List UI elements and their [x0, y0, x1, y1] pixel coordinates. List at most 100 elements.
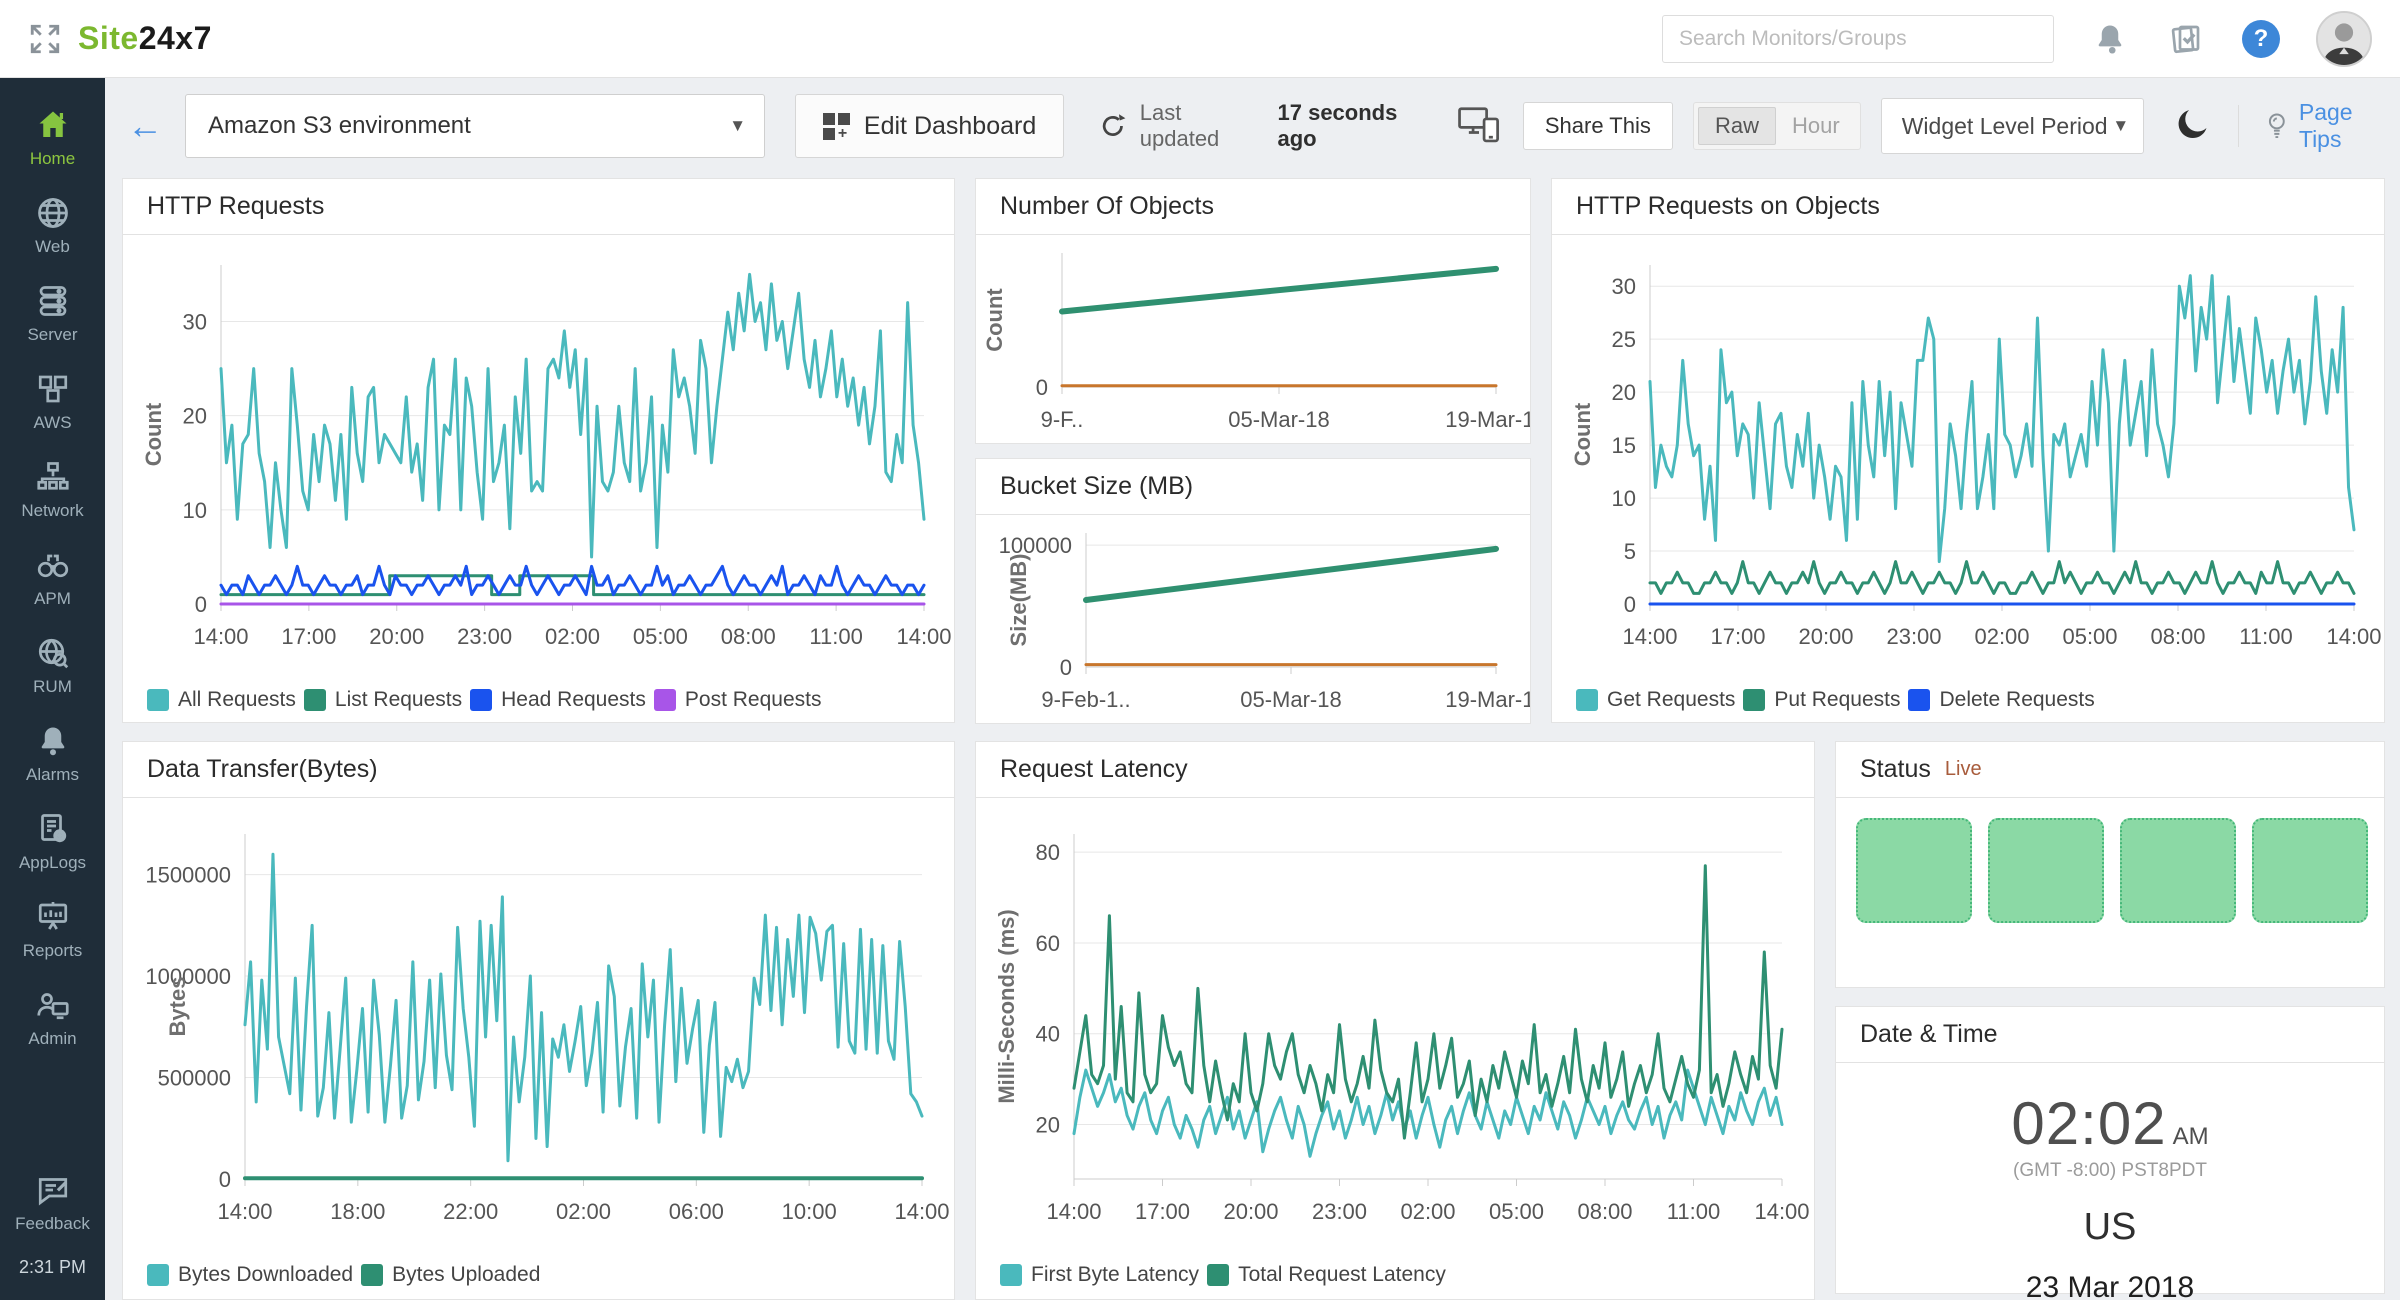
x-tick-label: 17:00: [1710, 624, 1765, 649]
user-avatar[interactable]: [2316, 11, 2372, 67]
x-tick-label: 17:00: [281, 624, 336, 649]
legend-swatch: [1207, 1264, 1229, 1286]
admin-icon: [35, 987, 71, 1023]
monitor-group-dropdown[interactable]: Amazon S3 environment ▼: [185, 94, 765, 158]
sidebar-item-label: AppLogs: [19, 853, 86, 873]
granularity-toggle: Raw Hour: [1693, 102, 1861, 150]
status-tile[interactable]: [2120, 818, 2236, 923]
widget-data-transfer: Data Transfer(Bytes) 0500000100000015000…: [122, 741, 955, 1300]
dark-mode-moon-icon[interactable]: [2174, 105, 2212, 148]
sidebar-item-alarms[interactable]: Alarms: [0, 710, 105, 798]
y-tick-label: 30: [183, 310, 207, 335]
x-tick-label: 19-Mar-18: [1445, 687, 1530, 712]
sidebar-item-admin[interactable]: Admin: [0, 974, 105, 1062]
sidebar-item-network[interactable]: Network: [0, 446, 105, 534]
sidebar-item-apm[interactable]: APM: [0, 534, 105, 622]
request-latency-chart: 2040608014:0017:0020:0023:0002:0005:0008…: [976, 798, 1814, 1251]
y-axis-title: Count: [1570, 402, 1595, 466]
sidebar-item-web[interactable]: Web: [0, 182, 105, 270]
status-tile[interactable]: [1856, 818, 1972, 923]
http-requests-on-objects-chart: 05101520253014:0017:0020:0023:0002:0005:…: [1552, 235, 2384, 676]
widget-title: Bucket Size (MB): [1000, 472, 1193, 501]
sidebar-item-applogs[interactable]: AppLogs: [0, 798, 105, 886]
legend-item[interactable]: Put Requests: [1743, 688, 1900, 712]
y-tick-label: 60: [1036, 931, 1060, 956]
x-tick-label: 23:00: [457, 624, 512, 649]
x-tick-label: 22:00: [443, 1199, 498, 1224]
sidebar-item-label: Home: [30, 149, 75, 169]
last-updated-value: 17 seconds ago: [1278, 100, 1441, 152]
sidebar: Home Web Server AWS Network APM RUM Ala: [0, 78, 105, 1300]
status-tile[interactable]: [2252, 818, 2368, 923]
clock-time: 02:02: [2011, 1089, 2166, 1158]
widget-level-period-dropdown[interactable]: Widget Level Period ▼: [1881, 98, 2145, 154]
sidebar-item-feedback[interactable]: Feedback: [0, 1159, 105, 1247]
edit-dashboard-label: Edit Dashboard: [864, 112, 1036, 141]
sidebar-item-label: Feedback: [15, 1214, 90, 1234]
widget-title: HTTP Requests on Objects: [1576, 192, 1880, 221]
page-tips-link[interactable]: Page Tips: [2263, 99, 2400, 153]
last-updated: Last updated 17 seconds ago: [1098, 100, 1441, 152]
legend-item[interactable]: Head Requests: [470, 688, 646, 712]
x-tick-label: 14:00: [1754, 1199, 1809, 1224]
network-icon: [35, 459, 71, 495]
reports-icon: [35, 899, 71, 935]
notifications-bell-icon[interactable]: [2090, 19, 2130, 59]
y-axis-title: Count: [141, 402, 166, 466]
granularity-hour[interactable]: Hour: [1776, 108, 1856, 144]
series-bytes-downloaded: [245, 854, 922, 1160]
sidebar-item-reports[interactable]: Reports: [0, 886, 105, 974]
sidebar-item-aws[interactable]: AWS: [0, 358, 105, 446]
y-axis-title: Milli-Seconds (ms): [994, 909, 1019, 1103]
legend-item[interactable]: Bytes Uploaded: [361, 1263, 540, 1287]
feedback-icon: [35, 1172, 71, 1208]
back-arrow-icon[interactable]: ←: [127, 108, 163, 144]
x-tick-label: 14:00: [1622, 624, 1677, 649]
legend-swatch: [470, 689, 492, 711]
bulb-icon: [2263, 111, 2291, 141]
legend-swatch: [1576, 689, 1598, 711]
bucket-size-chart: 01000009-Feb-1..05-Mar-1819-Mar-18Size(M…: [976, 515, 1530, 723]
dashboard-toolbar: ← Amazon S3 environment ▼ + Edit Dashboa…: [105, 90, 2400, 162]
sidebar-item-rum[interactable]: RUM: [0, 622, 105, 710]
sidebar-item-label: Alarms: [26, 765, 79, 785]
granularity-raw[interactable]: Raw: [1698, 107, 1776, 145]
sidebar-item-home[interactable]: Home: [0, 94, 105, 182]
x-tick-label: 14:00: [894, 1199, 949, 1224]
legend-item[interactable]: Get Requests: [1576, 688, 1735, 712]
web-globe-icon: [35, 195, 71, 231]
legend-item[interactable]: List Requests: [304, 688, 462, 712]
legend-item[interactable]: Total Request Latency: [1207, 1263, 1446, 1287]
x-tick-label: 9-Feb-1..: [1041, 687, 1130, 712]
legend-label: Bytes Uploaded: [392, 1263, 540, 1287]
y-tick-label: 0: [1060, 655, 1072, 680]
live-badge: Live: [1945, 758, 1982, 781]
y-tick-label: 0: [195, 592, 207, 617]
widget-title: Date & Time: [1860, 1020, 1998, 1049]
legend-label: Get Requests: [1607, 688, 1735, 712]
legend-item[interactable]: First Byte Latency: [1000, 1263, 1199, 1287]
legend-item[interactable]: Bytes Downloaded: [147, 1263, 353, 1287]
legend-item[interactable]: All Requests: [147, 688, 296, 712]
devices-icon[interactable]: [1457, 105, 1501, 148]
expand-icon[interactable]: [28, 22, 62, 56]
search-input[interactable]: [1662, 15, 2054, 63]
series-object-count: [1062, 269, 1496, 312]
widget-date-time: Date & Time 02:02 AM (GMT -8:00) PST8PDT…: [1835, 1006, 2385, 1294]
status-tile[interactable]: [1988, 818, 2104, 923]
dashboard-grid-icon: +: [823, 113, 850, 140]
legend-swatch: [654, 689, 676, 711]
legend-item[interactable]: Delete Requests: [1908, 688, 2094, 712]
monitor-group-value: Amazon S3 environment: [208, 112, 471, 140]
server-icon: [35, 283, 71, 319]
sidebar-item-server[interactable]: Server: [0, 270, 105, 358]
tasks-icon[interactable]: [2166, 19, 2206, 59]
edit-dashboard-button[interactable]: + Edit Dashboard: [795, 94, 1064, 158]
share-this-button[interactable]: Share This: [1523, 102, 1673, 150]
widget-http-requests-on-objects: HTTP Requests on Objects 05101520253014:…: [1551, 178, 2385, 723]
y-tick-label: 80: [1036, 840, 1060, 865]
refresh-icon[interactable]: [1098, 111, 1128, 141]
legend-item[interactable]: Post Requests: [654, 688, 822, 712]
help-icon[interactable]: ?: [2242, 20, 2280, 58]
site24x7-logo[interactable]: Site24x7: [78, 20, 212, 57]
